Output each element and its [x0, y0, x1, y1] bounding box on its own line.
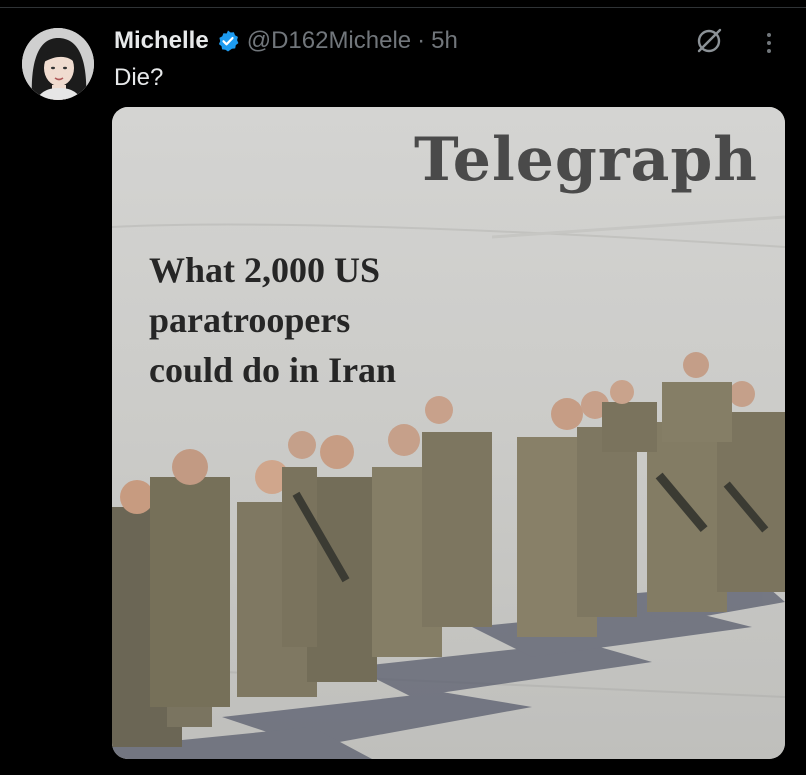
- timestamp[interactable]: 5h: [431, 27, 458, 55]
- grok-icon[interactable]: [694, 26, 724, 56]
- more-options-icon[interactable]: [759, 30, 779, 56]
- user-handle[interactable]: @D162Michele: [247, 27, 411, 55]
- separator-dot: ·: [417, 27, 426, 54]
- tweet-header: Michelle @D162Michele · 5h: [114, 26, 458, 56]
- display-name[interactable]: Michelle: [114, 27, 209, 55]
- headline-line: What 2,000 US: [149, 250, 381, 290]
- photo-scene: [112, 107, 785, 759]
- avatar[interactable]: [22, 28, 94, 100]
- media-image[interactable]: Telegraph What 2,000 US paratroopers cou…: [112, 107, 785, 759]
- tweet[interactable]: Michelle @D162Michele · 5h Die? Telegrap…: [0, 0, 806, 775]
- telegraph-logo: Telegraph: [414, 125, 758, 195]
- verified-badge-icon[interactable]: [216, 29, 240, 53]
- divider: [0, 7, 806, 8]
- tweet-text: Die?: [114, 64, 164, 91]
- headline: What 2,000 US paratroopers could do in I…: [149, 245, 509, 395]
- avatar-image: [22, 28, 94, 100]
- headline-line: could do in Iran: [149, 350, 397, 390]
- headline-line: paratroopers: [149, 300, 351, 340]
